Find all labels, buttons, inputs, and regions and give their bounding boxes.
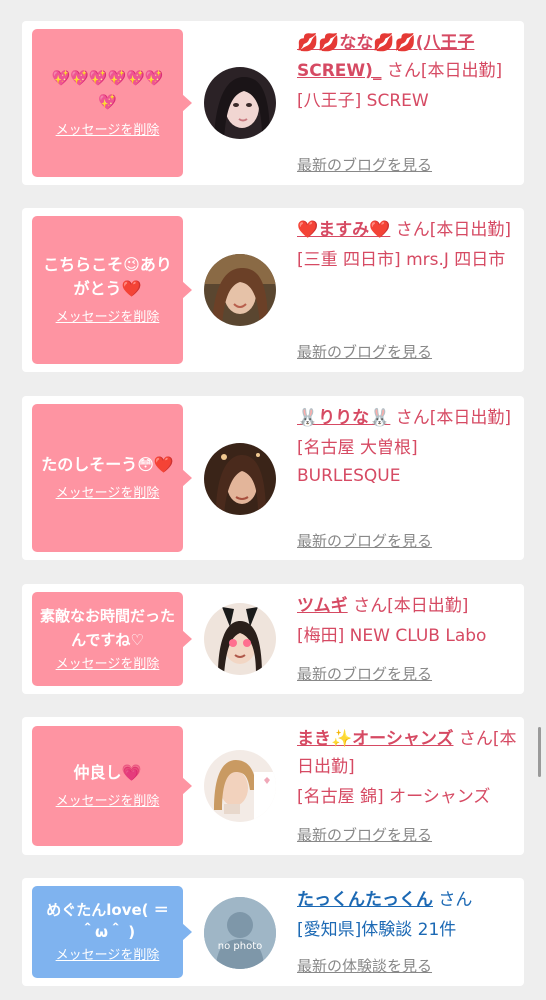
- latest-blog-link[interactable]: 最新のブログを見る: [297, 530, 432, 551]
- message-bubble: こちらこそ😉ありがとう❤️ メッセージを削除: [32, 216, 192, 364]
- message-text: 仲良し💗: [73, 763, 142, 782]
- message-card: たのしそーう😳❤️ メッセージを削除 🐰りりな🐰 さん[本日出勤] [名古屋 大…: [22, 396, 524, 560]
- delete-message-link[interactable]: メッセージを削除: [56, 485, 160, 503]
- sender-status: さん: [438, 890, 473, 910]
- latest-blog-link[interactable]: 最新のブログを見る: [297, 824, 432, 845]
- message-bubble: 仲良し💗 メッセージを削除: [32, 726, 192, 846]
- sender-name-link[interactable]: 🐰りりな🐰: [297, 408, 390, 428]
- latest-blog-link[interactable]: 最新のブログを見る: [297, 663, 432, 684]
- avatar[interactable]: [204, 603, 276, 675]
- scrollbar[interactable]: [538, 727, 541, 777]
- sender-status: さん[本日出勤]: [353, 596, 469, 616]
- shop-location: [名古屋 大曽根] BURLESQUE: [297, 438, 418, 486]
- message-card: 素敵なお時間だったんですね♡ メッセージを削除 ツムギ さん[本日出勤] [梅田…: [22, 584, 524, 694]
- message-text: めぐたんlove( ＝ ＾ω＾ ): [46, 901, 169, 941]
- delete-message-link[interactable]: メッセージを削除: [56, 122, 160, 140]
- shop-location: [梅田] NEW CLUB Labo: [297, 626, 487, 646]
- delete-message-link[interactable]: メッセージを削除: [56, 793, 160, 811]
- message-bubble: めぐたんlove( ＝ ＾ω＾ ) メッセージを削除: [32, 886, 192, 978]
- avatar[interactable]: [204, 254, 276, 326]
- avatar[interactable]: [204, 443, 276, 515]
- sender-info: 🐰りりな🐰 さん[本日出勤] [名古屋 大曽根] BURLESQUE: [297, 404, 517, 490]
- sender-status: さん[本日出勤]: [395, 220, 512, 240]
- message-card: 仲良し💗 メッセージを削除 まき✨オーシャンズ さん[本日出勤] [名古屋 錦]…: [22, 717, 524, 855]
- avatar[interactable]: [204, 67, 276, 139]
- sender-status: さん[本日出勤]: [395, 408, 512, 428]
- avatar[interactable]: [204, 750, 276, 822]
- sender-name-link[interactable]: たっくんたっくん: [297, 890, 433, 910]
- message-card: こちらこそ😉ありがとう❤️ メッセージを削除 ❤️ますみ❤️ さん[本日出勤] …: [22, 208, 524, 372]
- message-card: 💖💖💖💖💖💖💖 メッセージを削除 💋💋なな💋💋(八王子SCREW)_ さん[本日…: [22, 21, 524, 185]
- delete-message-link[interactable]: メッセージを削除: [56, 656, 160, 674]
- message-bubble: たのしそーう😳❤️ メッセージを削除: [32, 404, 192, 552]
- sender-name-link[interactable]: ツムギ: [297, 596, 348, 616]
- avatar[interactable]: no photo: [204, 897, 276, 969]
- sender-info: 💋💋なな💋💋(八王子SCREW)_ さん[本日出勤] [八王子] SCREW: [297, 29, 517, 115]
- message-text: こちらこそ😉ありがとう❤️: [43, 255, 172, 298]
- message-text: 素敵なお時間だったんですね♡: [40, 607, 176, 649]
- delete-message-link[interactable]: メッセージを削除: [56, 309, 160, 327]
- sender-info: ❤️ますみ❤️ さん[本日出勤] [三重 四日市] mrs.J 四日市: [297, 216, 517, 274]
- no-photo-label: no photo: [217, 941, 263, 952]
- shop-location: [三重 四日市] mrs.J 四日市: [297, 250, 506, 270]
- sender-name-link[interactable]: まき✨オーシャンズ: [297, 729, 454, 749]
- sender-info: たっくんたっくん さん [愛知県]体験談 21件: [297, 886, 517, 944]
- latest-blog-link[interactable]: 最新のブログを見る: [297, 154, 432, 175]
- message-bubble: 素敵なお時間だったんですね♡ メッセージを削除: [32, 592, 192, 686]
- message-bubble: 💖💖💖💖💖💖💖 メッセージを削除: [32, 29, 192, 177]
- latest-review-link[interactable]: 最新の体験談を見る: [297, 955, 432, 976]
- message-card: めぐたんlove( ＝ ＾ω＾ ) メッセージを削除 no photo たっくん…: [22, 878, 524, 986]
- message-text: 💖💖💖💖💖💖💖: [51, 69, 164, 111]
- shop-location: [八王子] SCREW: [297, 91, 429, 111]
- shop-location: [名古屋 錦] オーシャンズ: [297, 787, 491, 807]
- sender-info: ツムギ さん[本日出勤] [梅田] NEW CLUB Labo: [297, 592, 519, 650]
- sender-status: さん[本日出勤]: [386, 61, 503, 81]
- review-info: [愛知県]体験談 21件: [297, 920, 457, 940]
- message-text: たのしそーう😳❤️: [41, 455, 174, 474]
- delete-message-link[interactable]: メッセージを削除: [56, 947, 160, 965]
- latest-blog-link[interactable]: 最新のブログを見る: [297, 341, 432, 362]
- sender-name-link[interactable]: ❤️ますみ❤️: [297, 220, 390, 240]
- sender-info: まき✨オーシャンズ さん[本日出勤] [名古屋 錦] オーシャンズ: [297, 725, 517, 811]
